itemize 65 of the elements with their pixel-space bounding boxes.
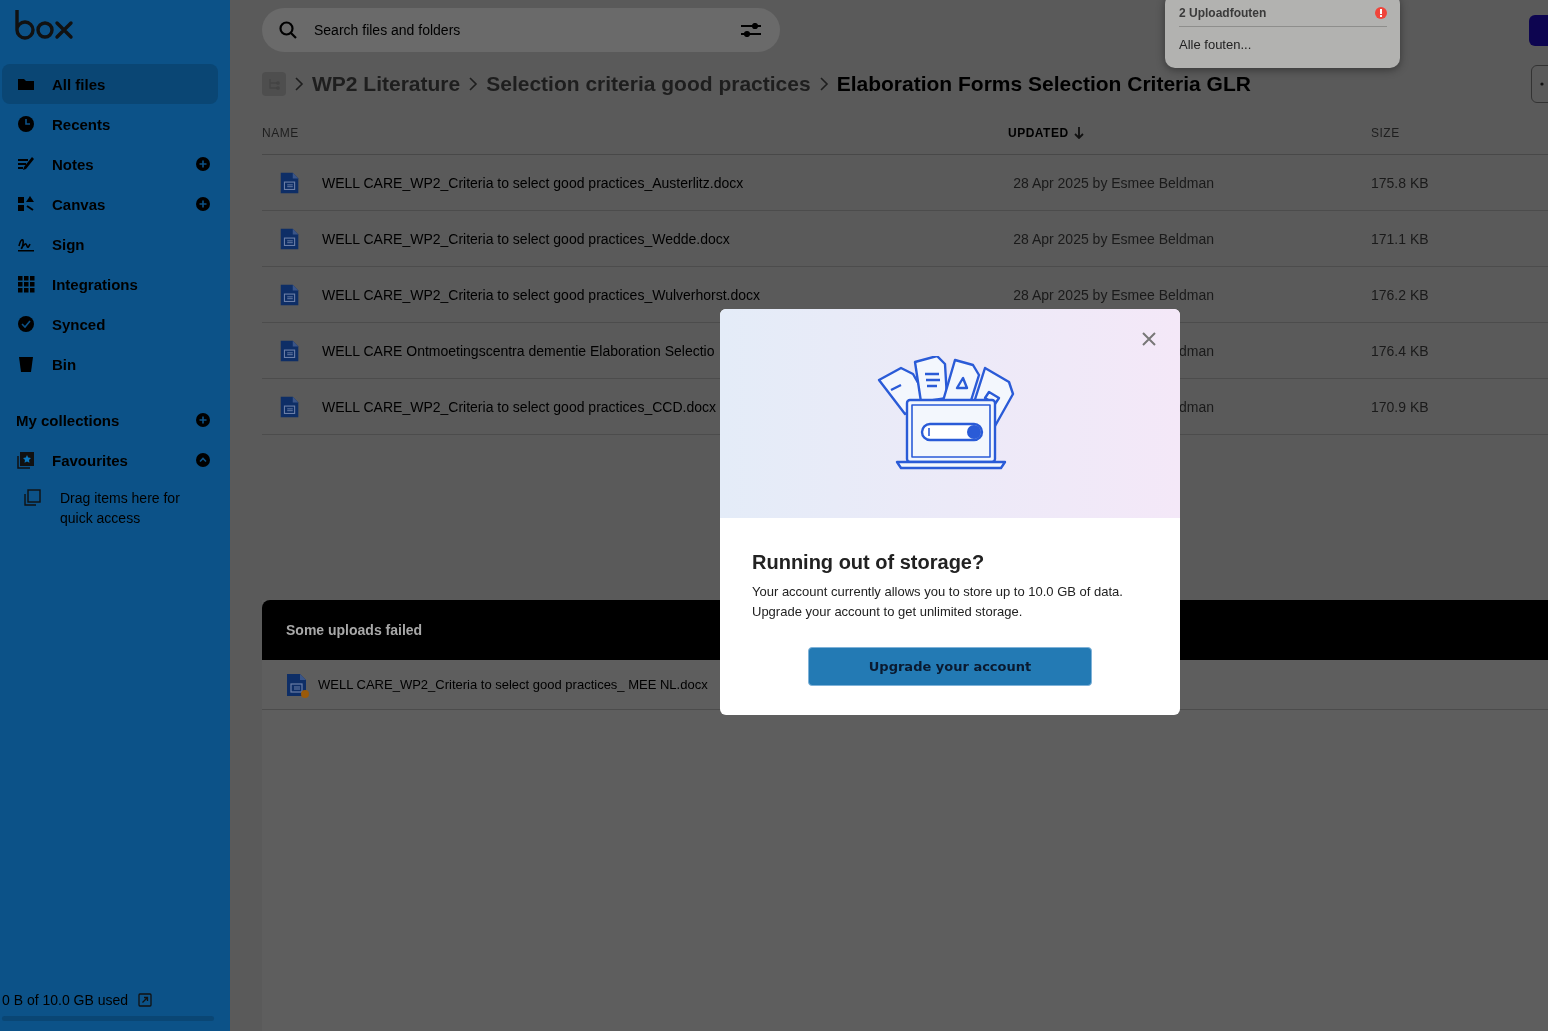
add-icon[interactable] [196,197,210,211]
bin-icon [16,354,36,374]
sidebar-item[interactable]: All files [2,64,218,104]
sidebar-item[interactable]: Notes [2,144,218,184]
size-cell: 176.2 KB [1371,286,1429,303]
sidebar-item[interactable]: Bin [2,344,218,384]
alert-icon [1375,7,1387,19]
file-name[interactable]: WELL CARE Ontmoetingscentra dementie Elaboration Selectio [322,342,715,359]
search-bar[interactable]: Search files and folders [262,8,780,52]
add-icon[interactable] [196,157,210,171]
sidebar-item[interactable]: Recents [2,104,218,144]
dialog-title: Running out of storage? [752,551,986,574]
filter-icon[interactable] [740,23,762,37]
menu-title: 2 Uploadfouten [1179,6,1267,20]
file-name: WELL CARE_WP2_Criteria to select good practices_ MEE NL.docx [318,677,708,692]
size-cell: 170.9 KB [1371,398,1429,415]
breadcrumb-link[interactable]: Selection criteria good practices [486,72,811,96]
star-icon [16,450,36,470]
sidebar-item[interactable]: Favourites [2,440,218,480]
breadcrumb-link[interactable]: Elaboration Forms Selection Criteria GLR [836,72,1251,96]
file-name[interactable]: WELL CARE_WP2_Criteria to select good practices_Wedde.docx [322,230,730,247]
sidebar-item[interactable]: Sign [2,224,218,264]
updated-cell-text: 28 Apr 2025 by Esmee Beldman [1012,286,1214,303]
size-cell: 171.1 KB [1371,230,1429,247]
arrow-down-icon [1073,127,1084,139]
search-field[interactable]: Search files and folders [312,21,726,39]
grid-icon [16,274,36,294]
shapes-icon [16,194,36,214]
sidebar-item[interactable]: Synced [2,304,218,344]
chevron-right-icon [818,77,829,91]
column-header[interactable]: UPDATED [1008,126,1371,140]
file-name[interactable]: WELL CARE_WP2_Criteria to select good practices_Austerlitz.docx [322,174,744,191]
section-title: My collections [16,411,121,429]
sidebar-item[interactable]: Integrations [2,264,218,304]
updated-cell-text: dman [1177,398,1214,415]
add-icon[interactable] [196,413,210,427]
hint-text: Drag items here for quick access [60,489,181,528]
menu-item[interactable]: Alle fouten... [1179,37,1387,52]
document-icon [284,671,310,698]
upload-title: Some uploads failed [286,622,423,638]
close-icon [1142,331,1156,346]
size-cell: 176.4 KB [1371,342,1429,359]
copy-icon [22,488,42,508]
storage-text: 0 B of 10.0 GB used [2,992,129,1008]
logo-icon[interactable] [14,8,76,40]
sidebar-item[interactable]: Canvas [2,184,218,224]
chevron-right-icon [468,77,479,91]
file-name[interactable]: WELL CARE_WP2_Criteria to select good practices_Wulverhorst.docx [322,286,761,303]
upgrade-button[interactable]: Upgrade your account [808,647,1092,686]
search-icon [278,20,298,40]
dialog-text: Your account currently allows you to store up to 10.0 GB of data. Upgrade your account to get unlimited storage. [752,583,1124,621]
chevron-up-icon[interactable] [196,453,210,467]
column-header[interactable]: SIZE [1371,126,1400,140]
chevron-right-icon [294,77,304,91]
clock-icon [16,114,36,134]
updated-cell-text: 28 Apr 2025 by Esmee Beldman [1012,230,1214,247]
updated-cell-text: dman [1177,342,1214,359]
size-cell: 175.8 KB [1371,174,1429,191]
updated-cell-text: 28 Apr 2025 by Esmee Beldman [1012,174,1214,191]
column-header[interactable]: NAME [262,126,1008,140]
breadcrumb-link[interactable]: WP2 Literature [312,72,461,96]
external-link-icon[interactable] [138,993,153,1007]
file-name[interactable]: WELL CARE_WP2_Criteria to select good practices_CCD.docx [322,398,716,415]
check-circle-icon [16,314,36,334]
more-icon [1540,82,1544,86]
